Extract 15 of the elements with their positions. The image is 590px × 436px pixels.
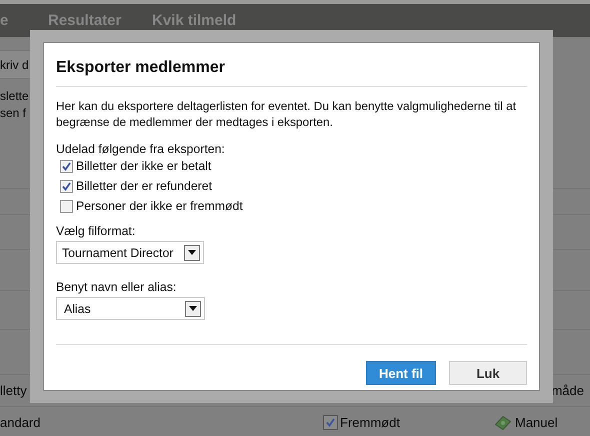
checkbox-label: Fremmødt: [340, 415, 400, 430]
column-heading: lletty: [0, 383, 27, 398]
description-text: Her kan du eksportere deltagerlisten for eventet. Du kan benytte valgmulighederne til at begrænse de medlemmer der medtages i eksporten.: [56, 98, 518, 130]
table-cell-text: andard: [0, 415, 42, 430]
checkbox-label: Billetter der er refunderet: [76, 179, 212, 193]
field-label: Vælg filformat:: [56, 224, 136, 238]
text-line: sen f: [0, 105, 26, 122]
column-heading: måde: [551, 383, 584, 398]
text-line: slette: [0, 88, 29, 105]
checkbox-label: Personer der ikke er fremmødt: [76, 199, 243, 213]
dialog-title: Eksporter medlemmer: [56, 59, 527, 87]
section-label: Udelad følgende fra eksporten:: [56, 142, 226, 156]
checkbox-label: Billetter der ikke er betalt: [76, 159, 212, 173]
field-label: Benyt navn eller alias:: [56, 280, 178, 294]
table-cell: Manuel: [515, 415, 558, 430]
